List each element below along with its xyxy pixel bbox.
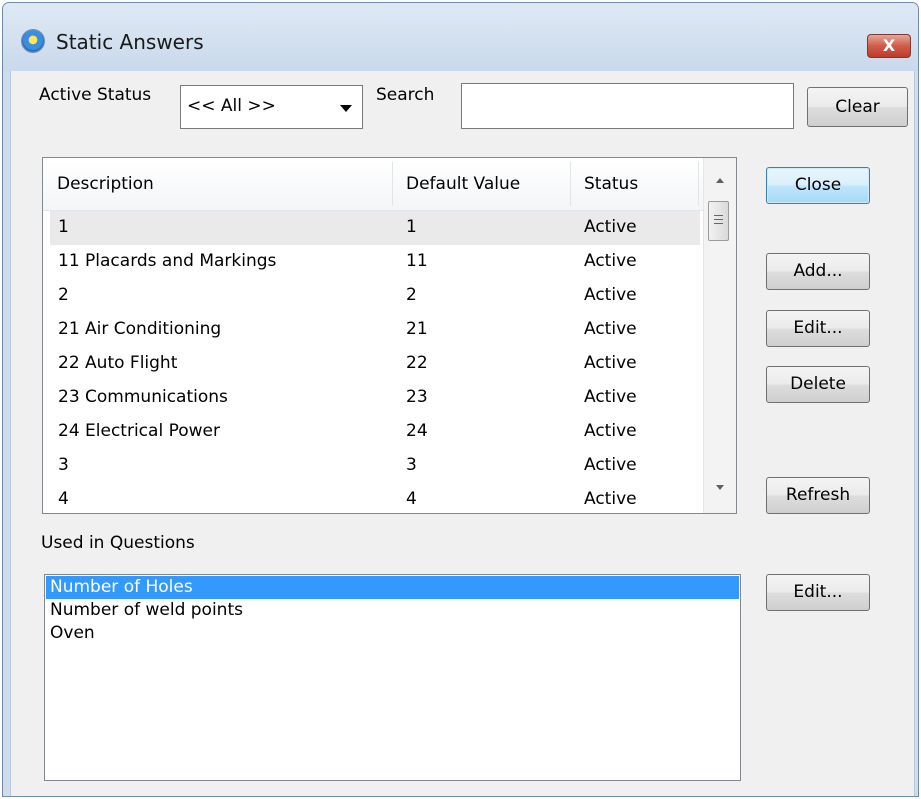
default-value-cell: 3: [406, 455, 417, 475]
column-header-description[interactable]: Description: [43, 158, 392, 210]
search-label: Search: [376, 85, 435, 105]
list-item[interactable]: Number of weld points: [46, 599, 739, 622]
column-header-default-value[interactable]: Default Value: [392, 158, 570, 210]
table-row[interactable]: 1 1 Active: [50, 211, 700, 245]
description-cell: 22 Auto Flight: [58, 353, 178, 373]
list-header: Description Default Value Status: [43, 158, 703, 211]
grip-line: [714, 215, 723, 216]
scroll-thumb[interactable]: [708, 201, 729, 241]
clear-button[interactable]: Clear: [807, 87, 908, 127]
table-row[interactable]: 11 Placards and Markings 11 Active: [50, 245, 700, 279]
table-row[interactable]: 23 Communications 23 Active: [50, 381, 700, 415]
static-answers-list[interactable]: Description Default Value Status 1 1 Act…: [42, 157, 737, 514]
default-value-cell: 21: [406, 319, 428, 339]
description-cell: 21 Air Conditioning: [58, 319, 222, 339]
description-cell: 2: [58, 285, 69, 305]
default-value-cell: 23: [406, 387, 428, 407]
window-title: Static Answers: [56, 30, 204, 54]
table-row[interactable]: 21 Air Conditioning 21 Active: [50, 313, 700, 347]
status-cell: Active: [584, 489, 637, 509]
table-row[interactable]: 22 Auto Flight 22 Active: [50, 347, 700, 381]
dialog-body: Active Status << All >> Search Clear Des…: [10, 71, 915, 796]
vertical-scrollbar[interactable]: [703, 158, 736, 513]
list-item[interactable]: Oven: [46, 622, 739, 645]
table-row[interactable]: 24 Electrical Power 24 Active: [50, 415, 700, 449]
edit-button[interactable]: Edit...: [766, 310, 870, 347]
description-cell: 4: [58, 489, 69, 509]
status-cell: Active: [584, 217, 637, 237]
table-row[interactable]: 4 4 Active: [50, 483, 700, 513]
default-value-cell: 11: [406, 251, 428, 271]
status-cell: Active: [584, 353, 637, 373]
column-header-status[interactable]: Status: [570, 158, 698, 210]
add-button[interactable]: Add...: [766, 253, 870, 290]
used-in-questions-list[interactable]: Number of Holes Number of weld points Ov…: [44, 574, 741, 781]
status-cell: Active: [584, 455, 637, 475]
default-value-cell: 1: [406, 217, 417, 237]
active-status-label: Active Status: [39, 85, 152, 105]
table-row[interactable]: 3 3 Active: [50, 449, 700, 483]
active-status-value: << All >>: [187, 96, 276, 116]
used-in-questions-label: Used in Questions: [41, 533, 195, 553]
description-cell: 11 Placards and Markings: [58, 251, 277, 271]
list-item[interactable]: Number of Holes: [46, 576, 739, 599]
column-divider[interactable]: [698, 162, 699, 206]
status-cell: Active: [584, 319, 637, 339]
static-answers-window: Static Answers X Active Status << All >>…: [2, 2, 919, 797]
default-value-cell: 4: [406, 489, 417, 509]
delete-button[interactable]: Delete: [766, 366, 870, 403]
description-cell: 1: [58, 217, 69, 237]
window-close-button[interactable]: X: [867, 34, 911, 58]
app-icon: [22, 30, 44, 52]
default-value-cell: 22: [406, 353, 428, 373]
table-row[interactable]: 2 2 Active: [50, 279, 700, 313]
active-status-dropdown[interactable]: << All >>: [180, 85, 363, 129]
description-cell: 24 Electrical Power: [58, 421, 220, 441]
default-value-cell: 24: [406, 421, 428, 441]
questions-edit-button[interactable]: Edit...: [766, 574, 870, 611]
status-cell: Active: [584, 387, 637, 407]
title-bar[interactable]: Static Answers X: [3, 3, 918, 71]
default-value-cell: 2: [406, 285, 417, 305]
status-cell: Active: [584, 421, 637, 441]
status-cell: Active: [584, 285, 637, 305]
scroll-down-icon[interactable]: [716, 485, 724, 490]
description-cell: 3: [58, 455, 69, 475]
chevron-down-icon: [340, 105, 352, 112]
close-icon: X: [882, 36, 896, 55]
search-input[interactable]: [461, 83, 794, 129]
grip-line: [714, 223, 723, 224]
status-cell: Active: [584, 251, 637, 271]
scroll-up-icon[interactable]: [716, 178, 724, 183]
grip-line: [714, 219, 723, 220]
description-cell: 23 Communications: [58, 387, 228, 407]
close-button[interactable]: Close: [766, 167, 870, 204]
refresh-button[interactable]: Refresh: [766, 477, 870, 514]
